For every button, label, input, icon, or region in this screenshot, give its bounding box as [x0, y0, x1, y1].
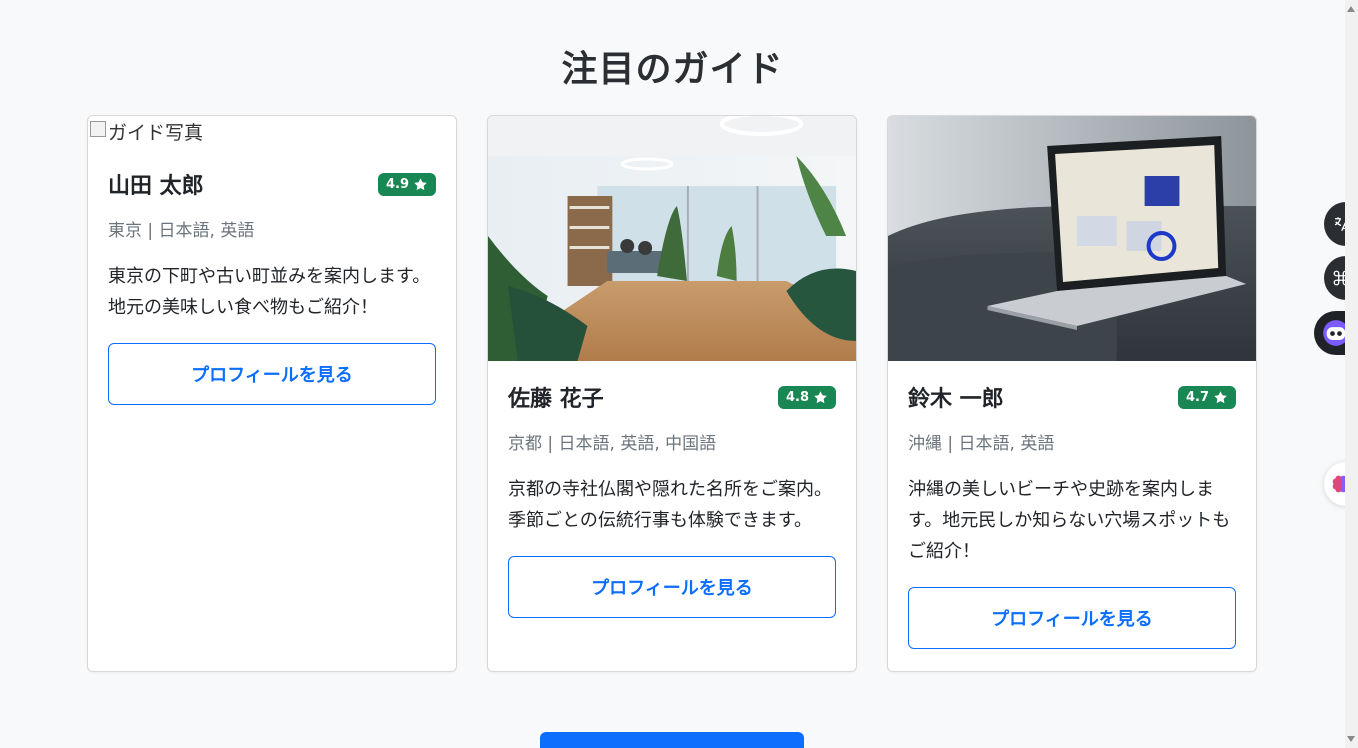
guide-card: ガイド写真 山田 太郎 4.9 東京 | 日本語, 英語 東京の下町や古い町並み… [87, 115, 457, 672]
rating-value: 4.7 [1185, 389, 1209, 405]
guide-photo: ガイド写真 [88, 116, 456, 148]
view-profile-button[interactable]: プロフィールを見る [908, 587, 1236, 649]
star-icon [1214, 390, 1227, 403]
star-icon [414, 177, 427, 190]
guide-name: 鈴木 一郎 [908, 387, 1004, 412]
page-title: 注目のガイド [561, 49, 784, 90]
rating-badge: 4.7 [1177, 385, 1236, 409]
guide-photo [488, 116, 856, 361]
view-more-button[interactable] [540, 732, 804, 748]
rating-value: 4.8 [785, 389, 809, 405]
guide-meta: 京都 | 日本語, 英語, 中国語 [508, 434, 717, 454]
guide-description: 沖縄の美しいビーチや史跡を案内します。地元民しか知らない穴場スポットもご紹介！ [908, 479, 1231, 562]
rating-value: 4.9 [385, 176, 409, 192]
guide-card: 佐藤 花子 4.8 京都 | 日本語, 英語, 中国語 京都の寺社仏閣や隠れた名… [487, 115, 857, 672]
scrollbar[interactable] [1345, 0, 1358, 748]
guide-description: 東京の下町や古い町並みを案内します。地元の美味しい食べ物もご紹介！ [108, 266, 431, 318]
rating-badge: 4.9 [377, 172, 436, 196]
guide-meta: 東京 | 日本語, 英語 [108, 221, 255, 241]
guide-card: 鈴木 一郎 4.7 沖縄 | 日本語, 英語 沖縄の美しいビーチや史跡を案内しま… [887, 115, 1257, 672]
broken-image-icon [90, 121, 106, 137]
scroll-up-arrow-icon[interactable] [1347, 6, 1355, 12]
guide-name: 佐藤 花子 [508, 387, 604, 412]
guide-photo [888, 116, 1256, 361]
view-profile-button[interactable]: プロフィールを見る [508, 556, 836, 618]
guide-meta: 沖縄 | 日本語, 英語 [908, 434, 1055, 454]
guide-photo-alt: ガイド写真 [108, 122, 204, 144]
view-profile-button[interactable]: プロフィールを見る [108, 343, 436, 405]
guide-description: 京都の寺社仏閣や隠れた名所をご案内。季節ごとの伝統行事も体験できます。 [508, 479, 832, 531]
rating-badge: 4.8 [777, 385, 836, 409]
star-icon [814, 390, 827, 403]
guide-name: 山田 太郎 [108, 174, 204, 199]
scroll-down-arrow-icon[interactable] [1347, 736, 1355, 742]
